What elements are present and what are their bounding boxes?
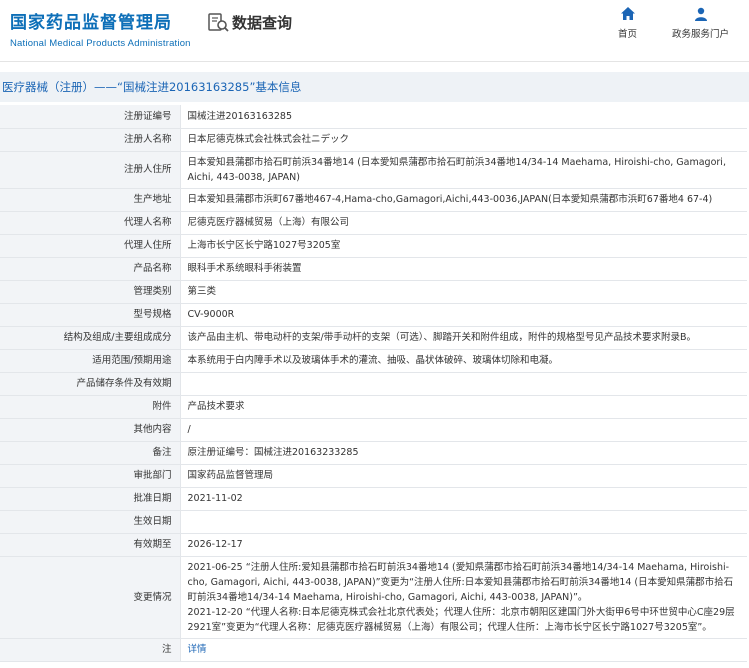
row-label: 有效期至: [0, 533, 181, 557]
table-row: 附件 产品技术要求: [0, 395, 747, 419]
table-row: 代理人住所 上海市长宁区长宁路1027号3205室: [0, 234, 747, 258]
table-row: 备注 原注册证编号：国械注进20163233285: [0, 441, 747, 465]
data-query-link[interactable]: 数据查询: [208, 12, 292, 33]
row-label: 注册人名称: [0, 128, 181, 152]
row-label: 适用范围/预期用途: [0, 349, 181, 373]
row-label: 附件: [0, 395, 181, 419]
row-value: 国家药品监督管理局: [180, 464, 747, 488]
page-title-bar: 医疗器械（注册）——“国械注进20163163285”基本信息: [0, 72, 749, 102]
nav-service-label: 政务服务门户: [672, 29, 730, 40]
row-value: 原注册证编号：国械注进20163233285: [180, 441, 747, 465]
page-title: 医疗器械（注册）——“国械注进20163163285”基本信息: [2, 80, 302, 94]
row-label: 管理类别: [0, 280, 181, 304]
row-value: 本系统用于白内障手术以及玻璃体手术的灌流、抽吸、晶状体破碎、玻璃体切除和电凝。: [180, 349, 747, 373]
table-row: 其他内容 /: [0, 418, 747, 442]
data-query-label: 数据查询: [232, 14, 293, 32]
detail-table: 注册证编号 国械注进20163163285 注册人名称 日本尼德克株式会社株式会社ニデ…: [0, 105, 747, 662]
row-value: 尼德克医疗器械贸易（上海）有限公司: [180, 211, 747, 235]
row-value: 2026-12-17: [180, 533, 747, 557]
table-row: 型号规格 CV-9000R: [0, 303, 747, 327]
data-query-icon: [208, 12, 229, 32]
row-label: 结构及组成/主要组成成分: [0, 326, 181, 350]
nav-home[interactable]: 首页: [618, 6, 637, 40]
row-label: 代理人名称: [0, 211, 181, 235]
row-label: 其他内容: [0, 418, 181, 442]
table-row: 批准日期 2021-11-02: [0, 487, 747, 511]
table-row: 结构及组成/主要组成成分 该产品由主机、带电动杆的支架/带手动杆的支架（可选）、脚…: [0, 326, 747, 350]
row-value: [180, 372, 747, 396]
user-icon: [694, 7, 707, 21]
details-link[interactable]: 详情: [188, 644, 207, 655]
row-label: 生效日期: [0, 510, 181, 534]
table-row: 注详情: [0, 638, 747, 662]
site-logo[interactable]: 国家药品监督管理局 National Medical Products Admi…: [10, 8, 191, 49]
table-row: 有效期至 2026-12-17: [0, 533, 747, 557]
row-value: 第三类: [180, 280, 747, 304]
row-label: 注: [0, 638, 181, 662]
row-label: 备注: [0, 441, 181, 465]
row-label: 批准日期: [0, 487, 181, 511]
table-row: 注册证编号 国械注进20163163285: [0, 105, 747, 129]
row-label: 注册人住所: [0, 151, 181, 189]
table-row: 生效日期: [0, 510, 747, 534]
row-label: 产品名称: [0, 257, 181, 281]
table-row: 管理类别 第三类: [0, 280, 747, 304]
row-value: 日本爱知县蒲郡市拾石町前浜34番地14 (日本愛知県蒲郡市拾石町前浜34番地14…: [180, 151, 747, 189]
table-row: 变更情况 2021-06-25 “注册人住所:爱知县蒲郡市拾石町前浜34番地14 …: [0, 556, 747, 639]
logo-cn-text: 国家药品监督管理局: [10, 13, 172, 33]
row-label: 审批部门: [0, 464, 181, 488]
row-value: 详情: [180, 638, 747, 662]
row-label: 代理人住所: [0, 234, 181, 258]
row-value: [180, 510, 747, 534]
table-row: 产品储存条件及有效期: [0, 372, 747, 396]
row-label: 型号规格: [0, 303, 181, 327]
table-row: 注册人名称 日本尼德克株式会社株式会社ニデック: [0, 128, 747, 152]
row-label: 注册证编号: [0, 105, 181, 129]
table-row: 代理人名称 尼德克医疗器械贸易（上海）有限公司: [0, 211, 747, 235]
table-row: 产品名称 眼科手术系统眼科手術装置: [0, 257, 747, 281]
table-row: 适用范围/预期用途 本系统用于白内障手术以及玻璃体手术的灌流、抽吸、晶状体破碎、玻…: [0, 349, 747, 373]
table-row: 注册人住所 日本爱知县蒲郡市拾石町前浜34番地14 (日本愛知県蒲郡市拾石町前浜3…: [0, 151, 747, 189]
row-value: CV-9000R: [180, 303, 747, 327]
row-value: 产品技术要求: [180, 395, 747, 419]
table-row: 审批部门 国家药品监督管理局: [0, 464, 747, 488]
row-label: 生产地址: [0, 188, 181, 212]
table-row: 生产地址 日本爱知县蒲郡市浜町67番地467-4,Hama-cho,Gamagor…: [0, 188, 747, 212]
row-value: 2021-11-02: [180, 487, 747, 511]
row-value: 2021-06-25 “注册人住所:爱知县蒲郡市拾石町前浜34番地14 (愛知県…: [180, 556, 747, 639]
header-divider: [0, 61, 749, 62]
row-value: 上海市长宁区长宁路1027号3205室: [180, 234, 747, 258]
row-value: 日本尼德克株式会社株式会社ニデック: [180, 128, 747, 152]
row-value: 国械注进20163163285: [180, 105, 747, 129]
row-label: 变更情况: [0, 556, 181, 639]
row-value: 眼科手术系统眼科手術装置: [180, 257, 747, 281]
nav-home-label: 首页: [618, 29, 638, 40]
row-value: 该产品由主机、带电动杆的支架/带手动杆的支架（可选）、脚踏开关和附件组成，附件的…: [180, 326, 747, 350]
nav-service-portal[interactable]: 政务服务门户: [672, 6, 729, 40]
row-label: 产品储存条件及有效期: [0, 372, 181, 396]
logo-en-text: National Medical Products Administration: [10, 38, 191, 49]
row-value: /: [180, 418, 747, 442]
home-icon: [620, 7, 635, 20]
site-header: 国家药品监督管理局 National Medical Products Admi…: [0, 0, 749, 62]
row-value: 日本爱知县蒲郡市浜町67番地467-4,Hama-cho,Gamagori,Ai…: [180, 188, 747, 212]
